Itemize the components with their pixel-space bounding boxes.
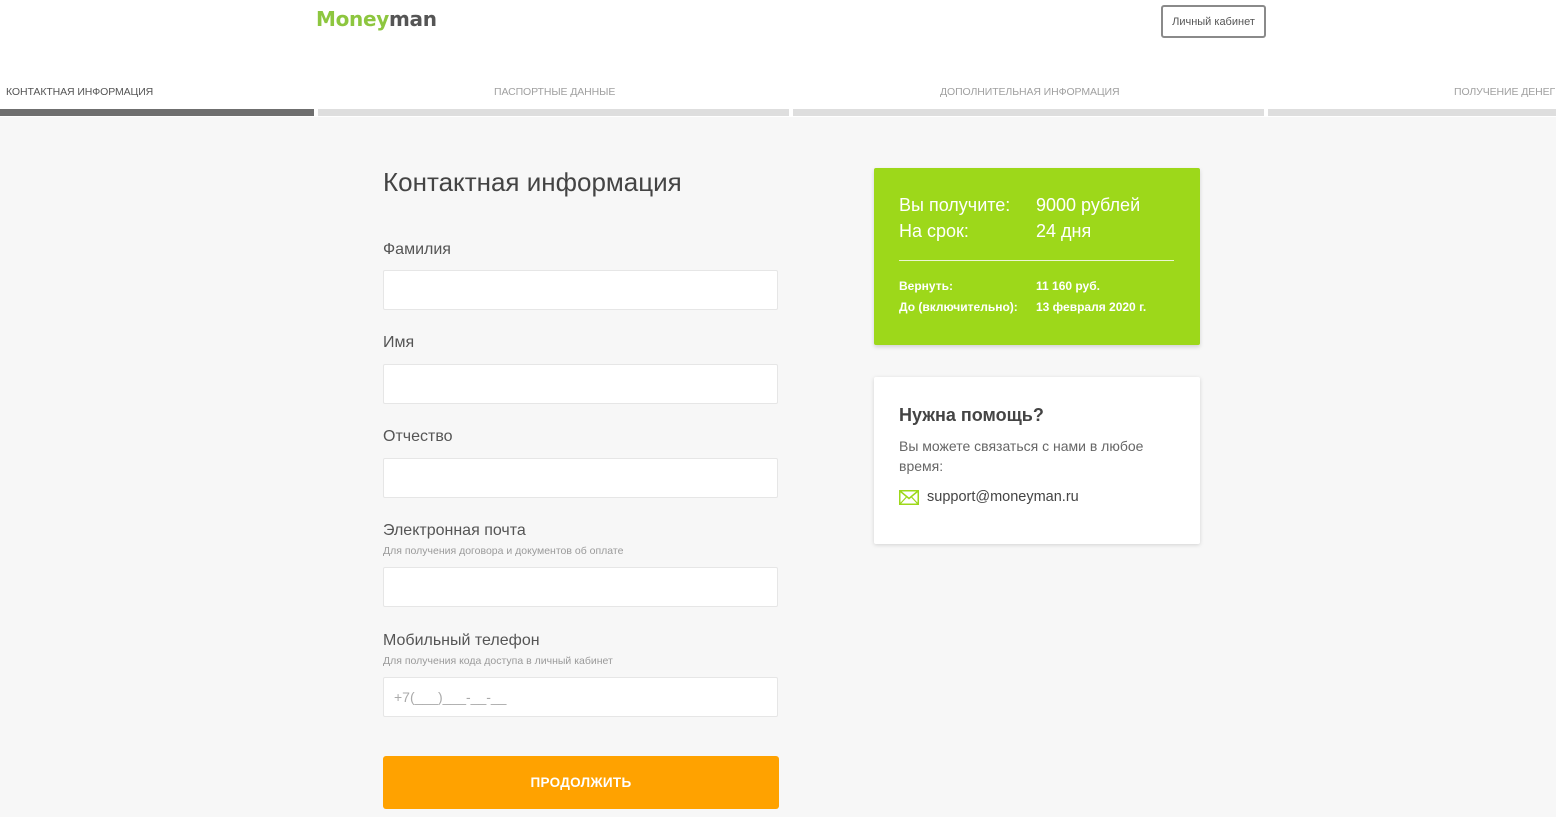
receive-label: Вы получите: <box>899 195 1011 215</box>
until-label: До (включительно): <box>899 300 1018 314</box>
term-value: 24 дня <box>1036 221 1092 241</box>
continue-button[interactable]: Продолжить <box>383 756 779 809</box>
phone-input[interactable] <box>383 677 778 717</box>
email-label: Электронная почта <box>383 522 526 539</box>
step-passport-data: Паспортные данные <box>494 86 616 98</box>
header: Moneyman Личный кабинет Контактная инфор… <box>0 0 1556 117</box>
help-title: Нужна помощь? <box>899 405 1044 425</box>
return-label: Вернуть: <box>899 279 953 293</box>
receive-value: 9000 рублей <box>1036 195 1141 215</box>
step-progress-bar-4 <box>1268 109 1556 116</box>
step-contact-info: Контактная информация <box>6 86 154 98</box>
step-additional-info: Дополнительная информация <box>940 86 1120 98</box>
lastname-input[interactable] <box>383 270 778 310</box>
lastname-label: Фамилия <box>383 241 451 258</box>
help-text: Вы можете связаться с нами в любое время… <box>899 438 1144 474</box>
step-progress-bar-3 <box>793 109 1264 116</box>
patronymic-label: Отчество <box>383 428 453 445</box>
summary-divider <box>899 260 1174 261</box>
phone-label: Мобильный телефон <box>383 632 540 649</box>
term-label: На срок: <box>899 221 969 241</box>
email-hint: Для получения договора и документов об о… <box>383 545 624 557</box>
step-getting-money: Получение денег <box>1454 86 1556 98</box>
logo-text-money: Money <box>316 7 389 31</box>
logo-text-man: man <box>388 7 437 31</box>
loan-summary-card: Вы получите: 9000 рублей На срок: 24 дня… <box>874 168 1200 345</box>
firstname-label: Имя <box>383 334 415 351</box>
until-value: 13 февраля 2020 г. <box>1036 300 1147 314</box>
step-progress-bar-2 <box>318 109 789 116</box>
firstname-input[interactable] <box>383 364 778 404</box>
phone-hint: Для получения кода доступа в личный каби… <box>383 655 613 667</box>
mail-icon <box>899 490 919 510</box>
email-input[interactable] <box>383 567 778 607</box>
help-card: Нужна помощь? Вы можете связаться с нами… <box>874 377 1200 544</box>
support-email-link[interactable]: support@moneyman.ru <box>927 489 1079 505</box>
step-progress-bar-1 <box>0 109 314 116</box>
patronymic-input[interactable] <box>383 458 778 498</box>
moneyman-logo[interactable]: Moneyman <box>316 7 437 31</box>
return-value: 11 160 руб. <box>1036 279 1100 293</box>
personal-cabinet-button[interactable]: Личный кабинет <box>1161 5 1266 38</box>
form-title: Контактная информация <box>383 167 682 197</box>
